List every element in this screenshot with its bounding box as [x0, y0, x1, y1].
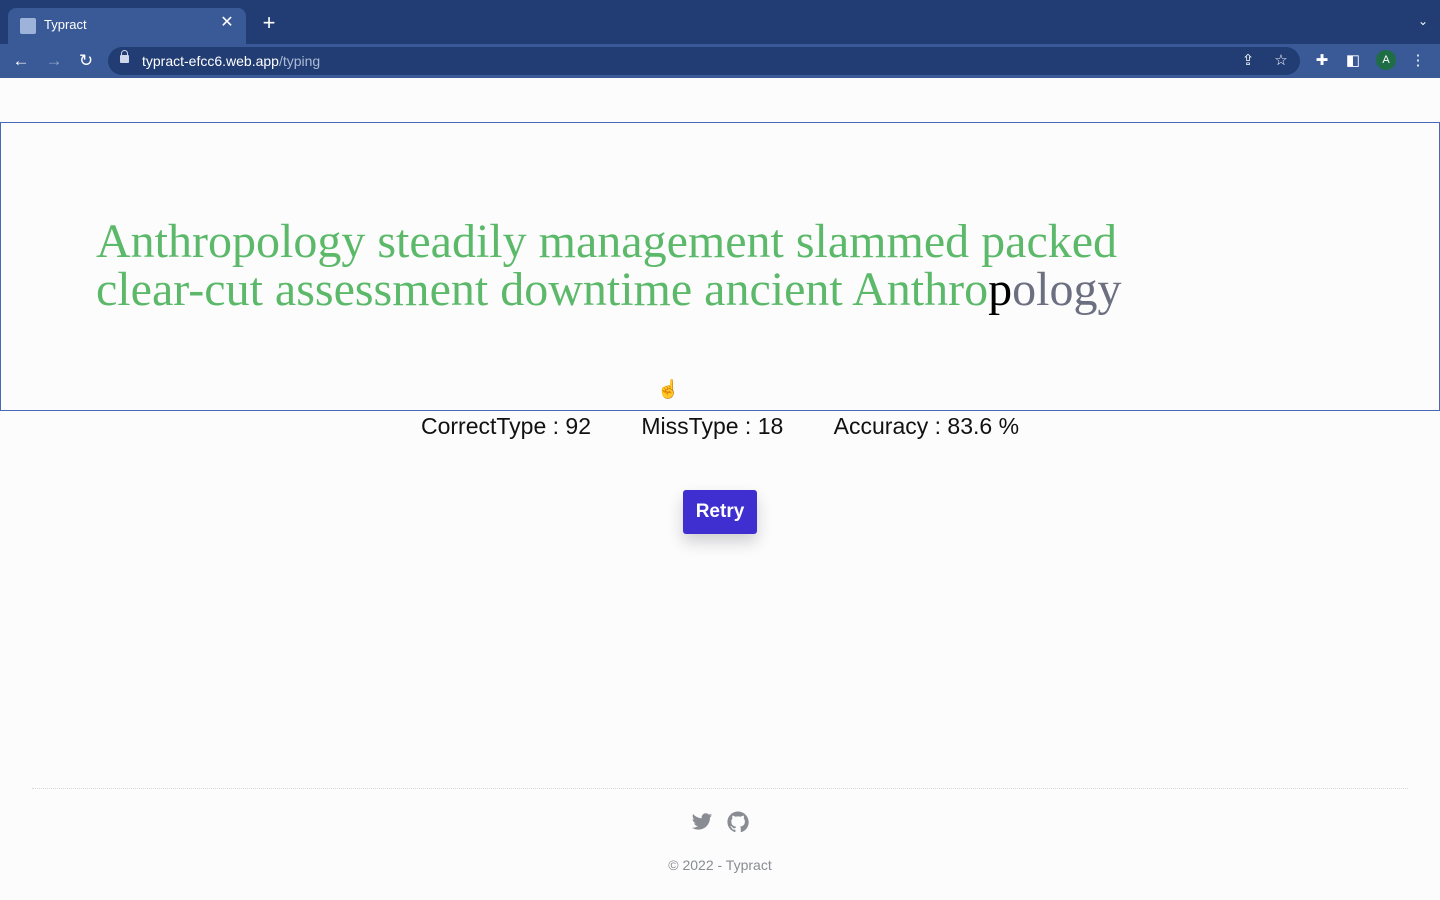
typing-text: Anthropology steadily management slammed… — [96, 218, 1296, 314]
back-arrow-icon[interactable]: ← — [10, 50, 32, 72]
typed-line-1: Anthropology steadily management slammed… — [96, 215, 1118, 268]
typed-line-2: clear-cut assessment downtime ancient An… — [96, 266, 1296, 314]
address-bar[interactable]: typract-efcc6.web.app/typing ⇪ ☆ — [108, 47, 1300, 75]
bookmark-star-icon[interactable]: ☆ — [1271, 51, 1291, 71]
reload-icon[interactable]: ↻ — [75, 50, 97, 72]
typract-favicon-icon — [20, 18, 36, 34]
tab-search-chevron-icon[interactable]: ⌄ — [1418, 14, 1428, 28]
close-tab-icon[interactable]: ✕ — [218, 14, 236, 32]
lock-icon — [120, 50, 129, 63]
typing-area[interactable]: Anthropology steadily management slammed… — [0, 122, 1440, 411]
tab-strip: Typract ✕ + ⌄ — [0, 0, 1440, 44]
new-tab-button[interactable]: + — [258, 12, 280, 34]
side-panel-icon[interactable]: ◧ — [1343, 51, 1363, 71]
twitter-icon[interactable] — [691, 811, 713, 833]
menu-kebab-icon[interactable]: ⋮ — [1408, 51, 1428, 71]
copyright-text: © 2022 - Typract — [668, 857, 772, 873]
miss-type-stat: MissType : 18 — [641, 413, 784, 439]
typed-text: clear-cut assessment downtime ancient An… — [96, 263, 989, 316]
share-icon[interactable]: ⇪ — [1238, 51, 1258, 71]
correct-type-stat: CorrectType : 92 — [420, 413, 591, 439]
url-text: typract-efcc6.web.app/typing — [142, 53, 321, 69]
current-character: p — [988, 263, 1013, 316]
browser-toolbar: ← → ↻ typract-efcc6.web.app/typing ⇪ ☆ ✚… — [0, 44, 1440, 78]
profile-avatar[interactable]: A — [1376, 50, 1396, 70]
browser-tab[interactable]: Typract ✕ — [8, 8, 246, 44]
tab-title: Typract — [44, 17, 87, 32]
remaining-text: ology — [1012, 263, 1122, 316]
forward-arrow-icon[interactable]: → — [43, 50, 65, 72]
hand-cursor-icon: ☝ — [657, 379, 680, 399]
accuracy-stat: Accuracy : 83.6 % — [833, 413, 1020, 439]
typing-stats: CorrectType : 92 MissType : 18 Accuracy … — [0, 413, 1440, 440]
retry-button[interactable]: Retry — [683, 490, 757, 534]
github-icon[interactable] — [727, 811, 749, 833]
extensions-puzzle-icon[interactable]: ✚ — [1312, 51, 1332, 71]
footer-divider — [32, 788, 1408, 789]
